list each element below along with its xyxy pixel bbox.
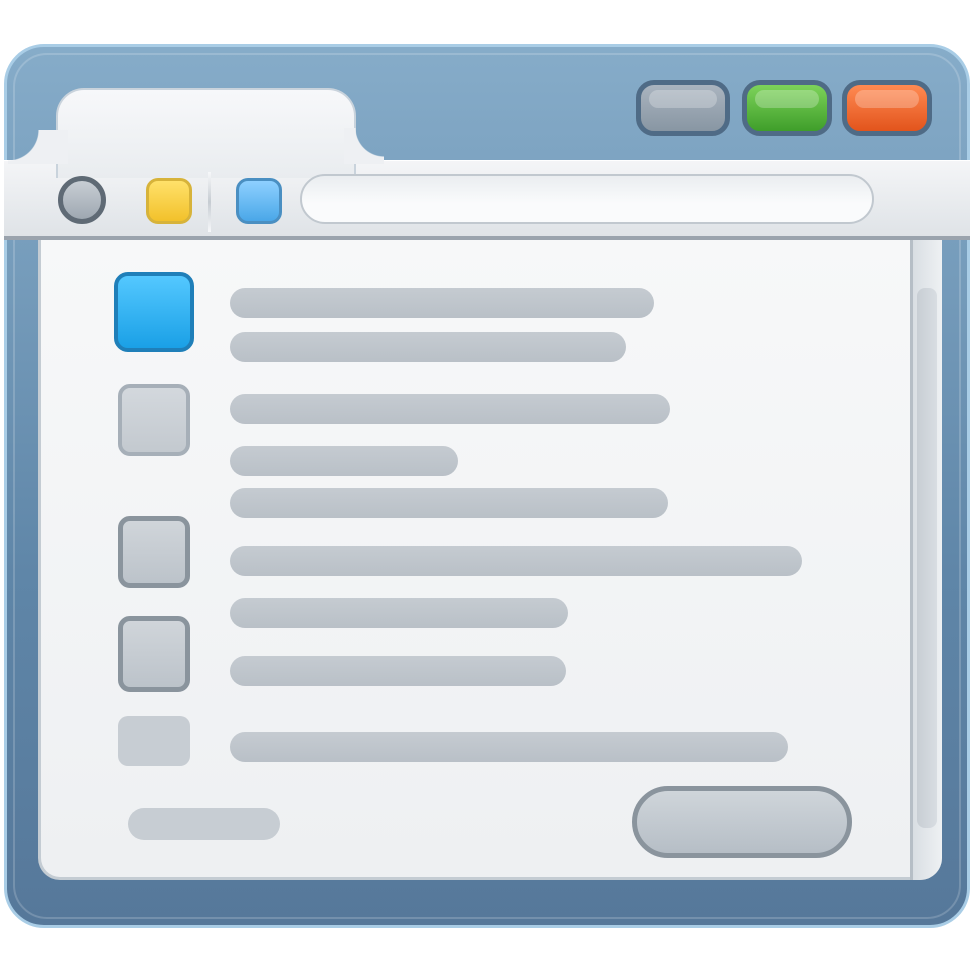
checkbox-unchecked[interactable] [118,384,190,456]
tab-corner-right [344,128,384,164]
footer-label [128,808,280,840]
list-item-line [230,656,566,686]
list-item-line [230,446,458,476]
address-bar[interactable] [300,174,874,224]
close-icon [855,89,919,109]
minimize-button[interactable] [636,80,730,136]
action-button[interactable] [632,786,852,858]
tab-corner-left [8,130,68,164]
yellow-square-icon[interactable] [146,178,192,224]
checkbox-unchecked[interactable] [118,716,190,766]
list-item-line [230,732,788,762]
scrollbar-thumb[interactable] [917,288,937,828]
checkbox-unchecked[interactable] [118,516,190,588]
blue-square-icon[interactable] [236,178,282,224]
list-item-line [230,546,802,576]
circle-icon[interactable] [58,176,106,224]
maximize-icon [755,89,819,109]
checkbox-checked[interactable] [114,272,194,352]
list-item-line [230,394,670,424]
maximize-button[interactable] [742,80,832,136]
tab-active[interactable] [56,88,356,178]
list-item-line [230,288,654,318]
list-item-line [230,332,626,362]
toolbar-divider [208,172,211,232]
checkbox-unchecked[interactable] [118,616,190,692]
list-item-line [230,488,668,518]
close-button[interactable] [842,80,932,136]
list-item-line [230,598,568,628]
minimize-icon [649,89,717,109]
vertical-scrollbar[interactable] [910,240,942,880]
